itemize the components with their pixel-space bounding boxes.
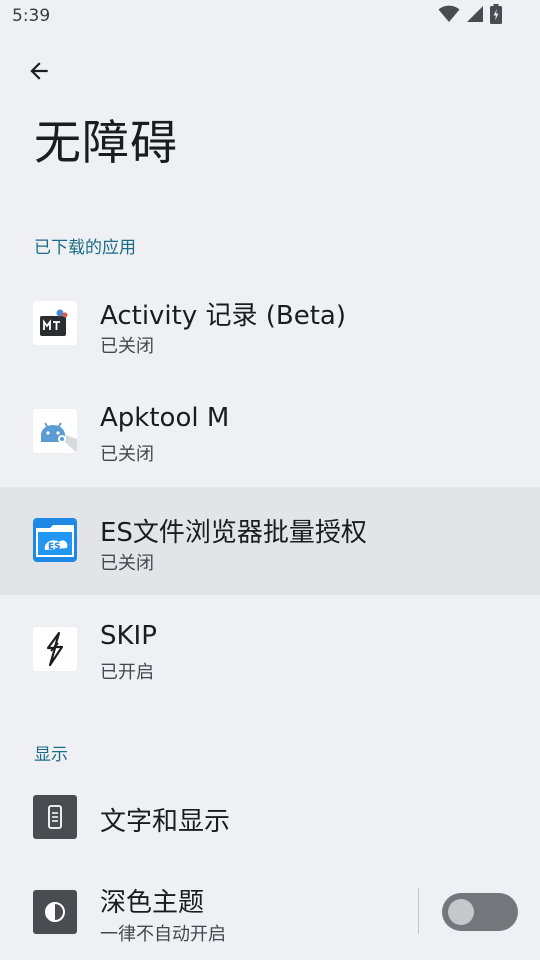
status-time: 5:39 [12,6,51,26]
list-item-status: 一律不自动开启 [100,924,226,945]
list-item-status: 已关闭 [100,553,154,574]
section-header-display: 显示 [34,745,68,765]
list-item-es-file-explorer[interactable]: ES ES文件浏览器批量授权 已关闭 [0,487,540,595]
wifi-icon [438,5,460,27]
list-item-status: 已开启 [100,662,154,683]
section-header-downloaded-apps: 已下载的应用 [34,238,136,258]
list-item-text-and-display[interactable]: 文字和显示 [0,763,540,871]
toggle-knob [448,899,474,925]
list-item-title: 文字和显示 [100,807,231,837]
status-icons [438,4,502,28]
arrow-back-icon [26,58,52,88]
dark-theme-icon [33,890,77,934]
list-item-title: ES文件浏览器批量授权 [100,518,367,548]
android-robot-app-icon [33,409,77,453]
list-item-skip[interactable]: SKIP 已开启 [0,596,540,704]
page-title: 无障碍 [34,116,178,171]
list-item-title: SKIP [100,621,157,651]
list-item-title: 深色主题 [100,888,205,918]
status-bar: 5:39 [0,0,540,34]
skip-lightning-app-icon [33,627,77,671]
svg-text:ES: ES [48,542,61,552]
list-item-title: Apktool M [100,403,230,433]
text-display-icon [33,795,77,839]
back-button[interactable] [20,54,58,92]
dark-theme-toggle[interactable] [442,893,518,931]
list-item-title: Activity 记录 (Beta) [100,301,347,331]
cellular-signal-icon [466,5,484,27]
divider [418,888,419,934]
battery-charging-icon [490,4,502,28]
list-item-apktool-m[interactable]: Apktool M 已关闭 [0,378,540,486]
list-item-status: 已关闭 [100,336,154,357]
list-item-status: 已关闭 [100,444,154,465]
list-item-activity-log[interactable]: Activity 记录 (Beta) 已关闭 [0,270,540,378]
es-file-explorer-app-icon: ES [33,518,77,562]
mt-manager-app-icon [33,301,77,345]
